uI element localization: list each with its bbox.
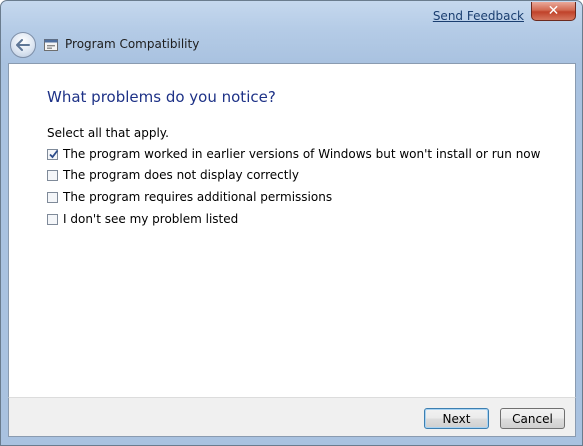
checkbox-unchecked[interactable] [47,191,58,203]
checkbox-unchecked[interactable] [47,213,58,225]
option-not-listed[interactable]: I don't see my problem listed [47,212,238,226]
back-button[interactable] [10,32,36,58]
send-feedback-link[interactable]: Send Feedback [433,9,524,23]
option-label: I don't see my problem listed [63,212,239,226]
next-button[interactable]: Next [424,408,489,429]
checkmark-icon [49,149,59,158]
option-label: The program worked in earlier versions o… [63,147,541,161]
option-permissions[interactable]: The program requires additional permissi… [47,190,332,204]
close-icon: ✕ [547,3,560,19]
option-label: The program requires additional permissi… [63,190,333,204]
window-title: Program Compatibility [65,37,200,51]
option-display-incorrect[interactable]: The program does not display correctly [47,168,299,182]
button-bar: Next Cancel [8,397,576,437]
content-panel: What problems do you notice? Select all … [8,63,576,398]
wizard-window: ✕ Send Feedback Program Compatibility Wh… [0,0,583,446]
program-compatibility-icon [44,39,58,51]
option-label: The program does not display correctly [63,168,299,182]
page-heading: What problems do you notice? [47,88,276,106]
option-worked-earlier[interactable]: The program worked in earlier versions o… [47,147,540,161]
cancel-button[interactable]: Cancel [500,408,565,429]
checkbox-checked[interactable] [47,148,59,160]
checkbox-unchecked[interactable] [47,169,58,181]
back-arrow-icon [16,39,30,51]
close-button[interactable]: ✕ [531,2,576,21]
instruction-text: Select all that apply. [47,126,169,140]
